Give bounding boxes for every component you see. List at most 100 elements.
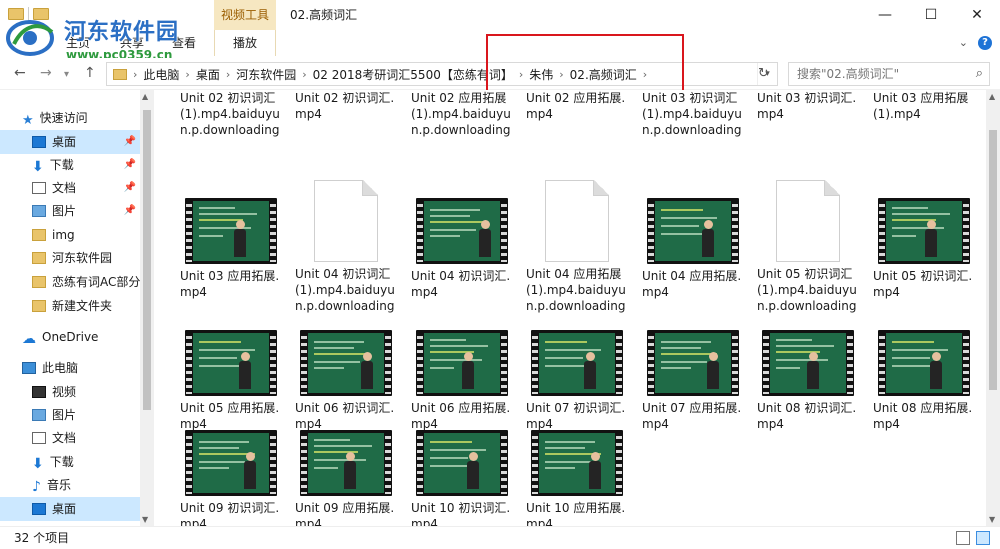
chevron-right-icon[interactable]: › (557, 68, 565, 81)
sidebar-item-lianlian[interactable]: 恋练有词AC部分 (0, 270, 140, 294)
chalk-line (430, 339, 466, 341)
tab-home[interactable]: 主页 (66, 30, 90, 56)
sidebar-item-music[interactable]: ♪ 音乐 (0, 473, 140, 497)
file-item[interactable]: Unit 06 初识词汇.mp4 (291, 330, 401, 432)
chevron-right-icon[interactable]: › (517, 68, 525, 81)
chevron-right-icon[interactable]: › (641, 68, 649, 81)
recent-locations-chevron-icon[interactable]: ▾ (64, 69, 69, 80)
close-button[interactable]: ✕ (954, 0, 1000, 30)
scroll-up-arrow-icon[interactable]: ▲ (989, 92, 995, 101)
breadcrumb-hedong[interactable]: 河东软件园 (232, 66, 300, 83)
search-input[interactable]: 搜索"02.高频词汇" ⌕ (788, 62, 990, 86)
file-item[interactable]: Unit 02 初识词汇.mp4 (291, 90, 401, 122)
sidebar-item-documents[interactable]: 文档 📌 (0, 176, 140, 200)
scrollbar-thumb[interactable] (989, 130, 997, 390)
search-icon[interactable]: ⌕ (976, 63, 983, 85)
pin-icon[interactable]: 📌 (124, 176, 136, 200)
back-arrow-icon[interactable]: ← (14, 65, 26, 81)
sidebar-item-videos[interactable]: 视频 (0, 380, 140, 404)
title-bar: 视频工具 02.高频词汇 — ☐ ✕ (0, 0, 1000, 30)
pin-icon[interactable]: 📌 (124, 130, 136, 154)
collapse-ribbon-icon[interactable]: ⌄ (959, 36, 968, 50)
file-item[interactable]: Unit 02 应用拓展(1).mp4.baiduyun.p.downloadi… (407, 90, 517, 138)
file-item[interactable]: Unit 07 初识词汇.mp4 (522, 330, 632, 432)
breadcrumb-zhuwei[interactable]: 朱伟 (525, 66, 557, 83)
file-item[interactable]: Unit 10 应用拓展.mp4 (522, 430, 632, 526)
sidebar-item-pictures[interactable]: 图片 📌 (0, 199, 140, 223)
details-view-icon[interactable] (956, 531, 970, 545)
teacher-body (361, 361, 373, 389)
file-item[interactable]: Unit 05 应用拓展.mp4 (176, 330, 286, 432)
chalk-line (892, 349, 948, 351)
chevron-right-icon[interactable]: › (131, 68, 139, 81)
file-item[interactable]: Unit 05 初识词汇.mp4 (869, 198, 979, 300)
folder-icon[interactable] (8, 8, 24, 20)
file-item[interactable]: Unit 03 应用拓展(1).mp4 (869, 90, 979, 122)
sidebar-this-pc[interactable]: 此电脑 (0, 356, 140, 380)
blackboard (655, 333, 731, 393)
file-item[interactable]: Unit 07 应用拓展.mp4 (638, 330, 748, 432)
scrollbar-thumb[interactable] (143, 110, 151, 410)
sidebar-onedrive[interactable]: ☁ OneDrive (0, 325, 140, 349)
file-item[interactable]: Unit 03 应用拓展.mp4 (176, 198, 286, 300)
tab-play[interactable]: 播放 (214, 30, 276, 56)
breadcrumb-desktop[interactable]: 桌面 (192, 66, 224, 83)
file-name: Unit 05 初识词汇.mp4 (873, 269, 973, 299)
breadcrumb-this-pc[interactable]: 此电脑 (139, 66, 183, 83)
file-name: Unit 04 初识词汇(1).mp4.baiduyun.p.downloadi… (295, 267, 395, 313)
help-icon[interactable]: ? (978, 36, 992, 50)
sidebar-item-desktop[interactable]: 桌面 📌 (0, 130, 140, 154)
chalk-line (430, 457, 468, 459)
file-item[interactable]: Unit 08 应用拓展.mp4 (869, 330, 979, 432)
chevron-right-icon[interactable]: › (300, 68, 308, 81)
file-item[interactable]: Unit 10 初识词汇.mp4 (407, 430, 517, 526)
file-item[interactable]: Unit 03 初识词汇.mp4 (753, 90, 863, 122)
new-folder-icon[interactable] (33, 8, 49, 20)
chalk-line (545, 441, 595, 443)
sidebar-item-downloads[interactable]: ⬇ 下载 📌 (0, 153, 140, 177)
breadcrumb-vocab-course[interactable]: 02 2018考研词汇5500【恋练有词】 (309, 66, 517, 83)
forward-arrow-icon[interactable]: → (40, 65, 52, 81)
sidebar-item-hedong[interactable]: 河东软件园 (0, 246, 140, 270)
maximize-button[interactable]: ☐ (908, 0, 954, 30)
sidebar-item-img[interactable]: img (0, 223, 140, 247)
film-strip-icon (385, 332, 391, 394)
file-item[interactable]: Unit 09 应用拓展.mp4 (291, 430, 401, 526)
pin-icon[interactable]: 📌 (124, 199, 136, 223)
file-item[interactable]: Unit 02 应用拓展.mp4 (522, 90, 632, 122)
chevron-right-icon[interactable]: › (224, 68, 232, 81)
chevron-right-icon[interactable]: › (183, 68, 191, 81)
file-item[interactable]: Unit 03 初识词汇(1).mp4.baiduyun.p.downloadi… (638, 90, 748, 138)
large-icons-view-icon[interactable] (976, 531, 990, 545)
refresh-icon[interactable]: ↻ (758, 66, 769, 81)
file-item[interactable]: Unit 04 初识词汇(1).mp4.baiduyun.p.downloadi… (291, 180, 401, 314)
sidebar-item-pc-pictures[interactable]: 图片 (0, 403, 140, 427)
minimize-button[interactable]: — (862, 0, 908, 30)
scroll-down-arrow-icon[interactable]: ▼ (989, 515, 995, 524)
tab-view[interactable]: 查看 (172, 30, 196, 56)
file-item[interactable]: Unit 06 应用拓展.mp4 (407, 330, 517, 432)
file-item[interactable]: Unit 04 应用拓展.mp4 (638, 198, 748, 300)
sidebar-item-pc-desktop[interactable]: 桌面 (0, 497, 140, 521)
tab-share[interactable]: 共享 (120, 30, 144, 56)
up-arrow-icon[interactable]: ↑ (84, 65, 96, 81)
file-item[interactable]: Unit 02 初识词汇(1).mp4.baiduyun.p.downloadi… (176, 90, 286, 138)
scroll-up-arrow-icon[interactable]: ▲ (142, 92, 148, 101)
file-item[interactable]: Unit 04 应用拓展(1).mp4.baiduyun.p.downloadi… (522, 180, 632, 314)
breadcrumb-current[interactable]: 02.高频词汇 (566, 66, 641, 83)
chalk-line (776, 339, 812, 341)
scroll-down-arrow-icon[interactable]: ▼ (142, 515, 148, 524)
sidebar-item-label: img (52, 228, 75, 242)
sidebar-item-pc-downloads[interactable]: ⬇ 下载 (0, 450, 140, 474)
file-item[interactable]: Unit 05 初识词汇(1).mp4.baiduyun.p.downloadi… (753, 180, 863, 314)
pictures-icon (32, 409, 46, 421)
file-item[interactable]: Unit 09 初识词汇.mp4 (176, 430, 286, 526)
file-list-scrollbar[interactable]: ▲ ▼ (986, 90, 1000, 526)
sidebar-scrollbar[interactable]: ▲ ▼ (140, 90, 154, 526)
address-bar[interactable]: › 此电脑 › 桌面 › 河东软件园 › 02 2018考研词汇5500【恋练有… (106, 62, 778, 86)
file-item[interactable]: Unit 04 初识词汇.mp4 (407, 198, 517, 300)
pin-icon[interactable]: 📌 (124, 153, 136, 177)
sidebar-item-new-folder[interactable]: 新建文件夹 (0, 294, 140, 318)
file-item[interactable]: Unit 08 初识词汇.mp4 (753, 330, 863, 432)
sidebar-item-pc-documents[interactable]: 文档 (0, 426, 140, 450)
